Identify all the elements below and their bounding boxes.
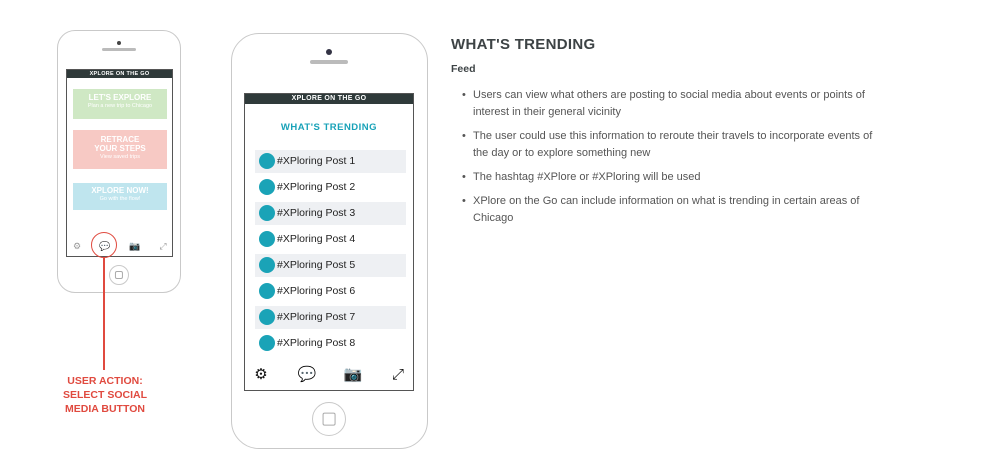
annotation-line2: SELECT SOCIAL [62, 389, 147, 401]
post-avatar [259, 153, 275, 169]
card-title-line1: RETRACE [100, 135, 140, 144]
trending-post[interactable]: #XPloring Post 6 [255, 280, 406, 303]
post-avatar [259, 335, 275, 351]
expand-icon[interactable]: ⤢ [156, 239, 170, 253]
trending-post[interactable]: #XPloring Post 4 [255, 228, 406, 251]
post-label: #XPloring Post 8 [277, 337, 356, 349]
list-item: XPlore on the Go can include information… [462, 193, 882, 227]
trending-post[interactable]: #XPloring Post 7 [255, 306, 406, 329]
bottom-nav: ⚙ 💬 📷 ⤢ [67, 239, 172, 253]
post-avatar [259, 205, 275, 221]
camera-icon[interactable]: 📷 [343, 365, 363, 385]
trending-post[interactable]: #XPloring Post 1 [255, 150, 406, 173]
settings-icon[interactable]: ⚙ [70, 239, 84, 253]
camera-icon[interactable]: 📷 [128, 239, 142, 253]
post-avatar [259, 309, 275, 325]
user-action-annotation: USER ACTION: SELECT SOCIAL MEDIA BUTTON [40, 374, 170, 416]
card-subtitle: Plan a new trip to Chicago [87, 103, 153, 109]
trending-post[interactable]: #XPloring Post 5 [255, 254, 406, 277]
chat-icon[interactable]: 💬 [297, 365, 317, 385]
bottom-nav: ⚙ 💬 📷 ⤢ [245, 365, 413, 385]
annotation-line [103, 258, 105, 370]
card-title: XPLORE NOW! [91, 186, 149, 195]
post-label: #XPloring Post 5 [277, 259, 356, 271]
card-title-line2: YOUR STEPS [94, 144, 146, 153]
card-title: LET'S EXPLORE [88, 93, 152, 102]
description-list: Users can view what others are posting t… [462, 87, 882, 234]
settings-icon[interactable]: ⚙ [251, 365, 271, 385]
small-phone-screen: XPLORE ON THE GO LET'S EXPLORE Plan a ne… [66, 69, 173, 257]
camera-dot [117, 41, 121, 45]
lets-explore-button[interactable]: LET'S EXPLORE Plan a new trip to Chicago [73, 89, 167, 119]
list-item: Users can view what others are posting t… [462, 87, 882, 121]
home-button[interactable] [312, 402, 346, 436]
annotation-line3: MEDIA BUTTON [65, 403, 145, 415]
home-button[interactable] [109, 265, 129, 285]
trending-title: WHAT'S TRENDING [280, 122, 378, 133]
app-header: XPLORE ON THE GO [245, 94, 413, 104]
annotation-line1: USER ACTION: [67, 375, 143, 387]
selection-highlight-circle [91, 232, 117, 258]
post-label: #XPloring Post 6 [277, 285, 356, 297]
large-phone-screen: XPLORE ON THE GO WHAT'S TRENDING #XPlori… [244, 93, 414, 391]
xplore-now-button[interactable]: XPLORE NOW! Go with the flow! [73, 183, 167, 210]
speaker-grille [310, 60, 348, 64]
post-avatar [259, 231, 275, 247]
post-label: #XPloring Post 3 [277, 207, 356, 219]
small-phone-mockup: XPLORE ON THE GO LET'S EXPLORE Plan a ne… [57, 30, 181, 293]
card-subtitle: View saved trips [100, 154, 140, 160]
app-header: XPLORE ON THE GO [67, 70, 172, 78]
card-subtitle: Go with the flow! [99, 196, 141, 202]
list-item: The hashtag #XPlore or #XPloring will be… [462, 169, 882, 186]
retrace-your-steps-button[interactable]: RETRACE YOUR STEPS View saved trips [73, 130, 167, 169]
section-subtitle: Feed [451, 63, 476, 75]
post-avatar [259, 283, 275, 299]
trending-post[interactable]: #XPloring Post 8 [255, 332, 406, 355]
trending-post[interactable]: #XPloring Post 3 [255, 202, 406, 225]
large-phone-mockup: XPLORE ON THE GO WHAT'S TRENDING #XPlori… [231, 33, 428, 449]
post-avatar [259, 179, 275, 195]
post-avatar [259, 257, 275, 273]
post-label: #XPloring Post 2 [277, 181, 356, 193]
expand-icon[interactable]: ⤢ [388, 365, 408, 385]
section-title: WHAT'S TRENDING [451, 36, 596, 53]
camera-dot [326, 49, 332, 55]
trending-post[interactable]: #XPloring Post 2 [255, 176, 406, 199]
list-item: The user could use this information to r… [462, 128, 882, 162]
post-label: #XPloring Post 4 [277, 233, 356, 245]
speaker-grille [102, 48, 136, 51]
post-label: #XPloring Post 1 [277, 155, 356, 167]
post-label: #XPloring Post 7 [277, 311, 356, 323]
